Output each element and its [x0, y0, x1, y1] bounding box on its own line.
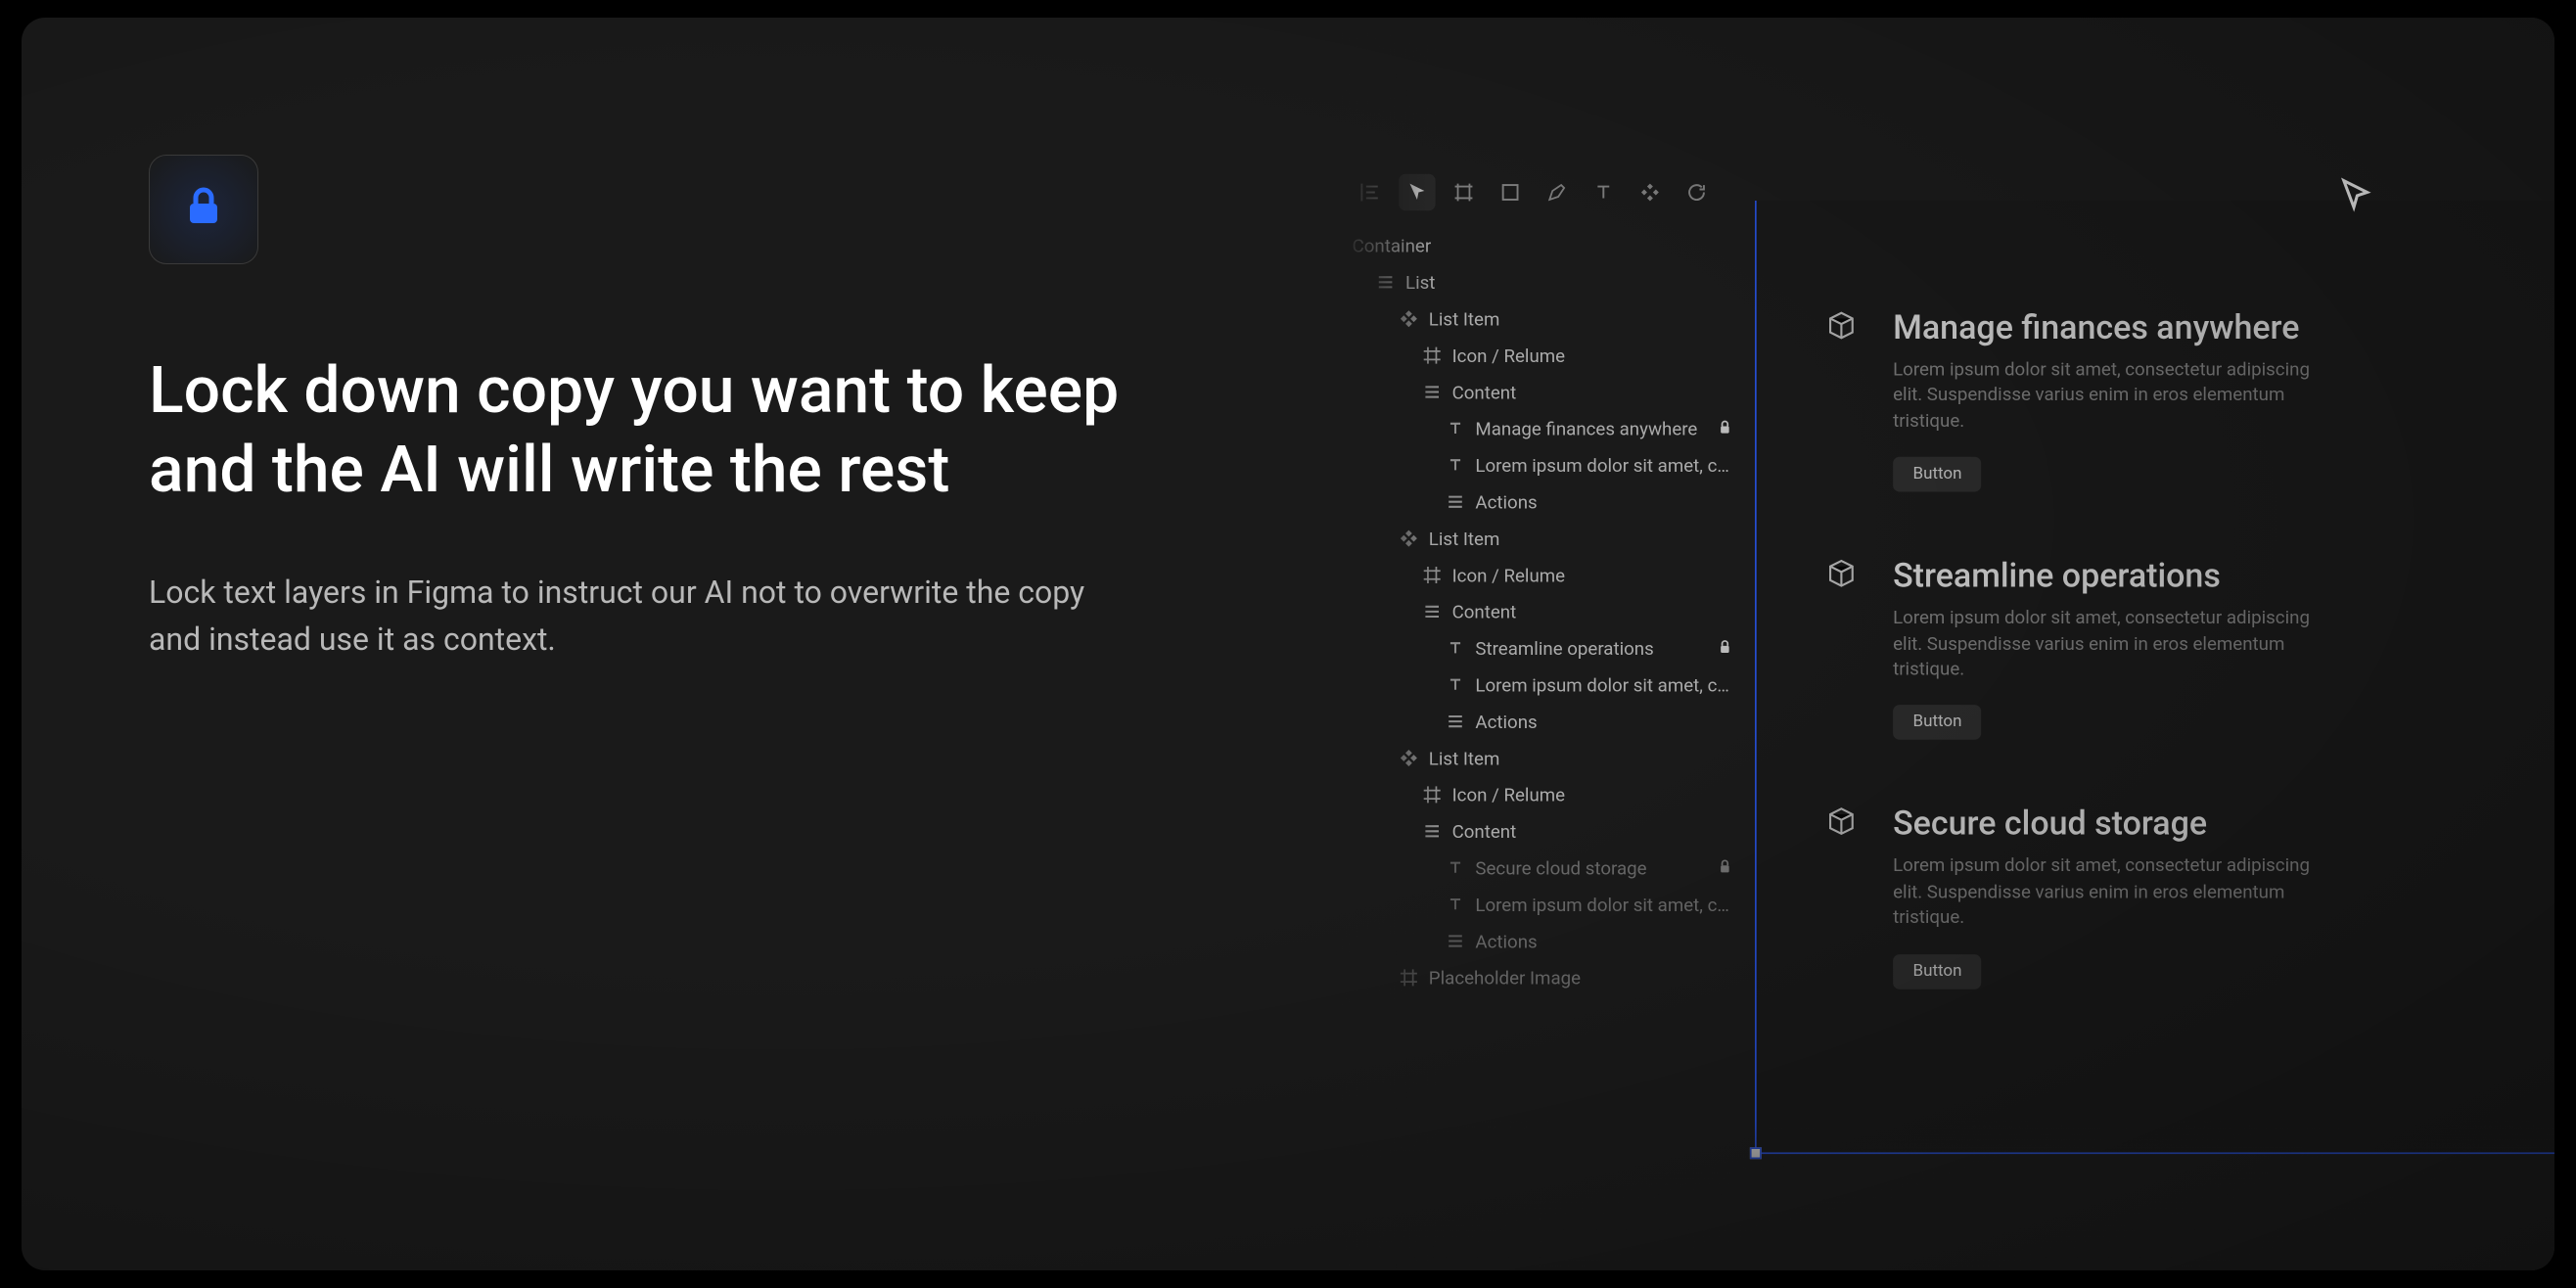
layer-label: List Item	[1429, 308, 1733, 330]
lock-badge	[149, 155, 258, 264]
cube-icon	[1822, 307, 1859, 344]
layer-row[interactable]: Secure cloud storage	[1339, 850, 1747, 886]
cursor-icon	[2337, 176, 2377, 223]
feature-item: Streamline operations Lorem ipsum dolor s…	[1822, 555, 2554, 740]
layer-type-icon	[1399, 748, 1418, 767]
figma-layers-panel: Container List List Item Icon / Relume Cont…	[1339, 167, 1747, 996]
feature-card: Lock down copy you want to keep and the …	[22, 18, 2554, 1270]
layer-type-icon	[1422, 821, 1442, 841]
layer-label: Lorem ipsum dolor sit amet, conse…	[1475, 894, 1733, 915]
layer-label: Icon / Relume	[1451, 345, 1732, 366]
cube-icon	[1822, 804, 1859, 840]
selection-handle[interactable]	[1750, 1146, 1762, 1158]
layer-type-icon	[1375, 272, 1395, 292]
layer-type-icon	[1422, 565, 1442, 584]
lock-icon	[180, 184, 227, 235]
figma-canvas-selection: Manage finances anywhere Lorem ipsum dolo…	[1755, 201, 2554, 1153]
feature-title: Streamline operations	[1893, 555, 2554, 595]
layer-label: Manage finances anywhere	[1475, 418, 1706, 439]
text-tool-icon[interactable]	[1585, 174, 1621, 210]
cube-icon	[1822, 555, 1859, 591]
layer-type-icon	[1446, 895, 1465, 914]
hero-subtitle: Lock text layers in Figma to instruct ou…	[149, 569, 1088, 663]
layer-label: Placeholder Image	[1429, 967, 1733, 989]
layer-type-icon	[1399, 309, 1418, 329]
feature-button[interactable]: Button	[1893, 706, 1982, 741]
layer-label: Icon / Relume	[1451, 564, 1732, 585]
layer-row[interactable]: Content	[1339, 813, 1747, 850]
feature-item: Manage finances anywhere Lorem ipsum dolo…	[1822, 307, 2554, 492]
layer-label: Lorem ipsum dolor sit amet, conse…	[1475, 454, 1733, 476]
feature-item: Secure cloud storage Lorem ipsum dolor si…	[1822, 804, 2554, 989]
feature-title: Manage finances anywhere	[1893, 307, 2554, 347]
pen-tool-icon[interactable]	[1539, 174, 1575, 210]
lock-icon	[1717, 857, 1733, 879]
layer-row[interactable]: Actions	[1339, 923, 1747, 959]
layer-label: Icon / Relume	[1451, 784, 1732, 805]
layer-type-icon	[1446, 931, 1465, 950]
layer-label: Content	[1451, 601, 1732, 622]
layer-row[interactable]: Actions	[1339, 483, 1747, 520]
layer-type-icon	[1446, 858, 1465, 878]
layer-row[interactable]: List	[1339, 264, 1747, 300]
layer-type-icon	[1422, 382, 1442, 401]
layer-type-icon	[1399, 529, 1418, 548]
component-tool-icon[interactable]	[1632, 174, 1668, 210]
layer-row[interactable]: Lorem ipsum dolor sit amet, conse…	[1339, 667, 1747, 703]
shape-tool-icon[interactable]	[1492, 174, 1528, 210]
layer-container[interactable]: Container	[1339, 227, 1747, 263]
layer-row[interactable]: Lorem ipsum dolor sit amet, conse…	[1339, 447, 1747, 483]
layer-label: Actions	[1475, 711, 1733, 732]
layer-label: Actions	[1475, 491, 1733, 513]
layer-type-icon	[1446, 638, 1465, 658]
feature-description: Lorem ipsum dolor sit amet, consectetur …	[1893, 605, 2325, 681]
refresh-icon[interactable]	[1679, 174, 1715, 210]
layer-label: Content	[1451, 820, 1732, 842]
frame-tool-icon[interactable]	[1446, 174, 1482, 210]
feature-description: Lorem ipsum dolor sit amet, consectetur …	[1893, 357, 2325, 434]
layer-label: Content	[1451, 381, 1732, 402]
lock-icon	[1717, 637, 1733, 659]
layer-label: Secure cloud storage	[1475, 857, 1706, 879]
layer-type-icon	[1446, 675, 1465, 695]
figma-toolbar	[1339, 167, 1747, 217]
layer-type-icon	[1422, 345, 1442, 365]
align-left-icon[interactable]	[1352, 174, 1388, 210]
layer-type-icon	[1422, 602, 1442, 621]
hero-title: Lock down copy you want to keep and the …	[149, 352, 1190, 510]
layer-label: List Item	[1429, 528, 1733, 549]
layer-row[interactable]: Manage finances anywhere	[1339, 410, 1747, 446]
layer-type-icon	[1446, 492, 1465, 512]
layer-row[interactable]: Icon / Relume	[1339, 776, 1747, 812]
layer-row[interactable]: Content	[1339, 374, 1747, 410]
layer-row[interactable]: Icon / Relume	[1339, 557, 1747, 593]
layer-type-icon	[1422, 785, 1442, 805]
layer-row[interactable]: Actions	[1339, 703, 1747, 739]
layer-row[interactable]: Streamline operations	[1339, 630, 1747, 667]
layer-type-icon	[1446, 419, 1465, 438]
lock-icon	[1717, 418, 1733, 439]
left-pane: Lock down copy you want to keep and the …	[22, 18, 1288, 1270]
layer-type-icon	[1399, 968, 1418, 988]
layer-type-icon	[1446, 455, 1465, 475]
layer-label: Actions	[1475, 930, 1733, 951]
feature-button[interactable]: Button	[1893, 953, 1982, 989]
layer-label: List	[1405, 271, 1733, 293]
layer-row[interactable]: List Item	[1339, 520, 1747, 556]
layer-row[interactable]: List Item	[1339, 740, 1747, 776]
layer-label: List Item	[1429, 747, 1733, 768]
feature-title: Secure cloud storage	[1893, 804, 2554, 844]
cursor-tool-icon[interactable]	[1399, 174, 1435, 210]
layer-row[interactable]: List Item	[1339, 300, 1747, 337]
layer-label: Lorem ipsum dolor sit amet, conse…	[1475, 674, 1733, 696]
feature-description: Lorem ipsum dolor sit amet, consectetur …	[1893, 853, 2325, 930]
layer-row[interactable]: Placeholder Image	[1339, 959, 1747, 995]
layer-row[interactable]: Icon / Relume	[1339, 337, 1747, 373]
right-pane: Container List List Item Icon / Relume Cont…	[1339, 18, 2554, 1270]
layer-label: Streamline operations	[1475, 637, 1706, 659]
layer-type-icon	[1446, 712, 1465, 731]
layer-row[interactable]: Content	[1339, 593, 1747, 629]
feature-button[interactable]: Button	[1893, 457, 1982, 492]
layer-row[interactable]: Lorem ipsum dolor sit amet, conse…	[1339, 886, 1747, 922]
